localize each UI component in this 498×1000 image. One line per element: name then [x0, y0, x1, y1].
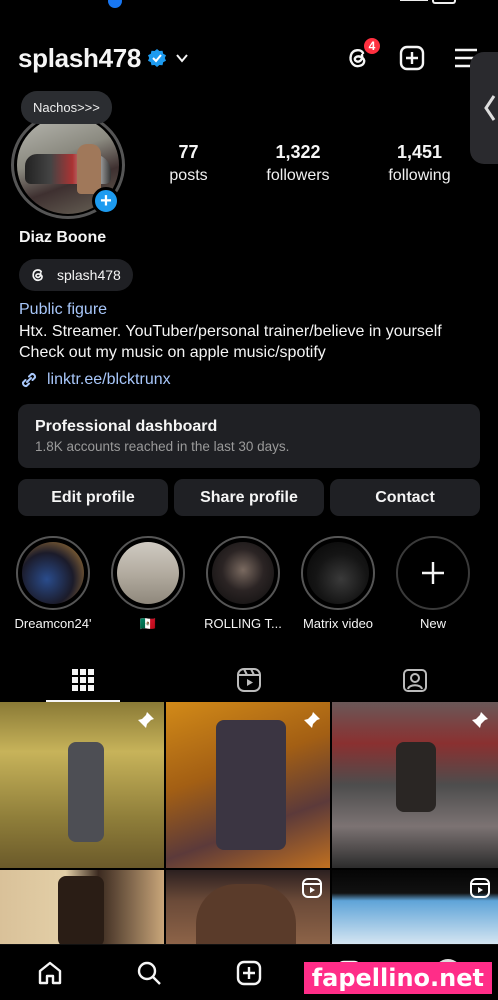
highlight-item[interactable]: 🇲🇽: [103, 536, 193, 632]
highlight-caption: Dreamcon24': [14, 616, 92, 631]
bio-line: Check out my music on apple music/spotif…: [19, 344, 326, 361]
grid-icon: [72, 669, 94, 691]
followers-label: followers: [266, 167, 330, 184]
posts-stat[interactable]: 77 posts: [169, 142, 207, 185]
tab-tagged[interactable]: [332, 658, 498, 702]
display-name: Diaz Boone: [19, 229, 107, 246]
contact-button[interactable]: Contact: [330, 479, 480, 516]
tagged-user-icon: [403, 669, 427, 692]
reels-icon: [237, 668, 261, 692]
edit-profile-button[interactable]: Edit profile: [18, 479, 168, 516]
status-bar: [0, 0, 498, 12]
highlight-thumbnail: [117, 542, 179, 604]
threads-profile-chip[interactable]: splash478: [19, 259, 133, 291]
pin-icon: [138, 712, 154, 728]
pin-icon: [304, 712, 320, 728]
highlight-ring: [206, 536, 280, 610]
profile-note[interactable]: Nachos>>>: [21, 91, 112, 124]
post-thumbnail[interactable]: [166, 702, 330, 868]
post-thumbnail[interactable]: [166, 870, 330, 947]
highlight-item[interactable]: ROLLING T...: [198, 536, 288, 631]
followers-count: 1,322: [275, 142, 321, 162]
tab-reels[interactable]: [166, 658, 332, 702]
threads-notification-badge: 4: [362, 36, 382, 56]
new-highlight-button[interactable]: New: [388, 536, 478, 631]
chevron-left-icon: [484, 95, 496, 121]
highlight-caption: Matrix video: [302, 616, 374, 631]
chevron-down-icon[interactable]: [175, 51, 189, 65]
threads-handle: splash478: [57, 267, 121, 283]
posts-grid: [0, 702, 498, 947]
create-button[interactable]: [398, 44, 426, 72]
threads-icon: [32, 269, 43, 282]
tab-posts[interactable]: [0, 658, 166, 702]
bio: Htx. Streamer. YouTuber/personal trainer…: [19, 321, 489, 363]
dashboard-subtitle: 1.8K accounts reached in the last 30 day…: [35, 439, 290, 454]
threads-button[interactable]: 4: [344, 36, 382, 72]
highlight-thumbnail: [22, 542, 84, 604]
profile-category: Public figure: [19, 301, 108, 318]
profile-tabs: [0, 658, 498, 702]
posts-label: posts: [169, 167, 208, 184]
following-label: following: [388, 167, 451, 184]
pin-icon: [472, 712, 488, 728]
post-thumbnail[interactable]: [332, 702, 498, 868]
profile-stats: 77 posts 1,322 followers 1,451 following: [140, 142, 480, 185]
highlight-item[interactable]: Dreamcon24': [8, 536, 98, 631]
highlight-thumbnail: [212, 542, 274, 604]
add-story-button[interactable]: +: [92, 187, 120, 215]
link-text: linktr.ee/blcktrunx: [47, 371, 171, 388]
post-thumbnail[interactable]: [332, 870, 498, 947]
profile-actions: Edit profile Share profile Contact: [18, 479, 480, 516]
username[interactable]: splash478: [18, 43, 141, 74]
highlight-thumbnail: [307, 542, 369, 604]
highlight-ring: [111, 536, 185, 610]
verified-badge-icon: [148, 49, 167, 67]
plus-square-icon: [399, 45, 425, 71]
create-post-icon[interactable]: [235, 959, 263, 987]
signal-icon: [400, 0, 428, 2]
person-shape: [77, 144, 101, 194]
battery-icon: [432, 0, 456, 4]
highlight-ring: [396, 536, 470, 610]
notification-dot: [108, 0, 122, 8]
following-count: 1,451: [396, 142, 442, 162]
highlight-caption: 🇲🇽: [139, 616, 157, 631]
professional-dashboard[interactable]: Professional dashboard 1.8K accounts rea…: [18, 404, 480, 468]
link-icon: [21, 372, 37, 388]
post-thumbnail[interactable]: [0, 870, 164, 947]
highlight-item[interactable]: Matrix video: [293, 536, 383, 631]
reel-icon: [470, 878, 490, 898]
reel-icon: [302, 878, 322, 898]
highlight-caption: ROLLING T...: [204, 616, 282, 631]
following-stat[interactable]: 1,451 following: [388, 142, 450, 185]
watermark: fapellino.net: [303, 962, 492, 994]
post-thumbnail[interactable]: [0, 702, 164, 868]
followers-stat[interactable]: 1,322 followers: [266, 142, 329, 185]
posts-count: 77: [178, 142, 199, 162]
bio-line: Htx. Streamer. YouTuber/personal trainer…: [19, 323, 442, 340]
plus-icon: [402, 542, 464, 604]
share-profile-button[interactable]: Share profile: [174, 479, 324, 516]
home-icon[interactable]: [36, 959, 64, 987]
profile-header: splash478 4: [18, 36, 480, 76]
highlight-ring: [301, 536, 375, 610]
bio-link[interactable]: linktr.ee/blcktrunx: [19, 370, 171, 390]
dashboard-title: Professional dashboard: [35, 418, 218, 435]
highlight-caption: New: [419, 616, 446, 631]
highlight-ring: [16, 536, 90, 610]
search-icon[interactable]: [135, 959, 163, 987]
